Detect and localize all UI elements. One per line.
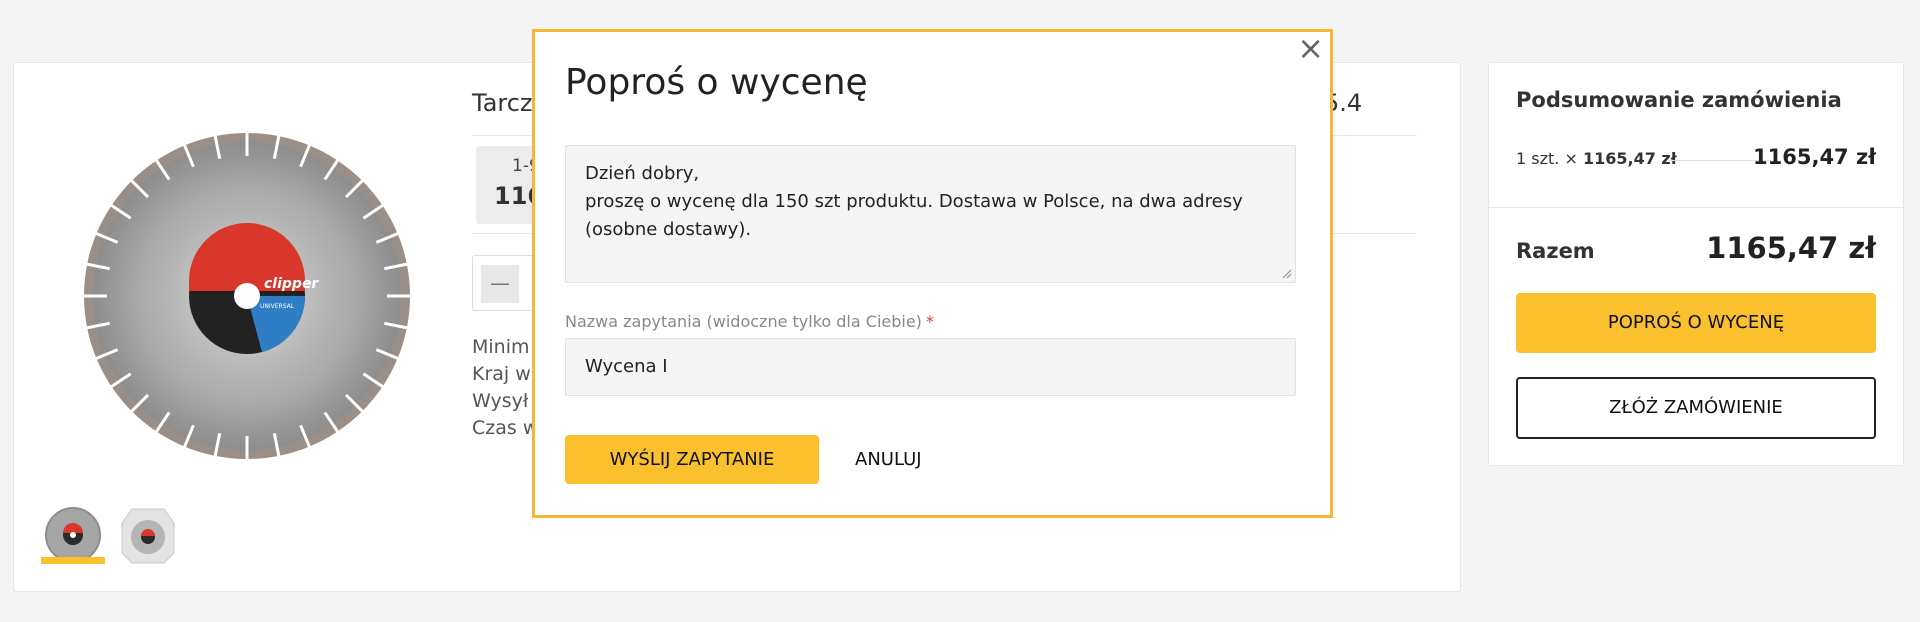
send-query-button[interactable]: WYŚLIJ ZAPYTANIE xyxy=(565,435,819,484)
info-line-minimum: Minim xyxy=(472,336,530,358)
quote-request-modal: × Poproś o wycenę Dzień dobry, proszę o … xyxy=(532,29,1333,518)
summary-title: Podsumowanie zamówienia xyxy=(1516,88,1842,112)
query-name-label-text: Nazwa zapytania (widoczne tylko dla Cieb… xyxy=(565,312,922,331)
disc-type: UNIVERSAL xyxy=(260,303,295,310)
total-label: Razem xyxy=(1516,239,1595,263)
order-summary: Podsumowanie zamówienia 1 szt. × 1165,47… xyxy=(1488,62,1904,466)
query-name-input[interactable]: Wycena I xyxy=(565,338,1296,396)
message-line: (osobne dostawy). xyxy=(585,219,752,240)
summary-line-qty: 1 szt. × xyxy=(1516,149,1578,168)
thumbnail-active-indicator xyxy=(41,557,105,564)
info-line-shipping: Wysył xyxy=(472,390,529,412)
query-name-label: Nazwa zapytania (widoczne tylko dla Cieb… xyxy=(565,312,934,331)
summary-line-item: 1 szt. × 1165,47 zł xyxy=(1516,149,1677,168)
message-line: Dzień dobry, xyxy=(585,163,700,184)
summary-line-total: 1165,47 zł xyxy=(1753,145,1876,169)
info-line-time: Czas w xyxy=(472,417,539,439)
thumbnail-package[interactable] xyxy=(116,503,180,567)
message-textarea[interactable]: Dzień dobry, proszę o wycenę dla 150 szt… xyxy=(565,145,1296,283)
total-value: 1165,47 zł xyxy=(1706,231,1876,265)
product-image-diamond-disc[interactable]: clipper UNIVERSAL xyxy=(82,131,412,461)
divider xyxy=(1489,207,1903,208)
resize-handle-icon[interactable] xyxy=(1282,269,1292,279)
cancel-button[interactable]: ANULUJ xyxy=(855,435,922,484)
request-quote-button[interactable]: POPROŚ O WYCENĘ xyxy=(1516,293,1876,353)
disc-logo: clipper xyxy=(264,276,319,292)
message-line: proszę o wycenę dla 150 szt produktu. Do… xyxy=(585,191,1243,212)
decrease-quantity-button[interactable]: — xyxy=(481,265,519,303)
summary-line-unit-price: 1165,47 zł xyxy=(1582,149,1677,168)
close-icon[interactable]: × xyxy=(1297,32,1324,64)
modal-title: Poproś o wycenę xyxy=(565,62,868,103)
required-asterisk: * xyxy=(925,312,934,331)
place-order-button[interactable]: ZŁÓŻ ZAMÓWIENIE xyxy=(1516,377,1876,439)
info-line-country: Kraj w xyxy=(472,363,531,385)
